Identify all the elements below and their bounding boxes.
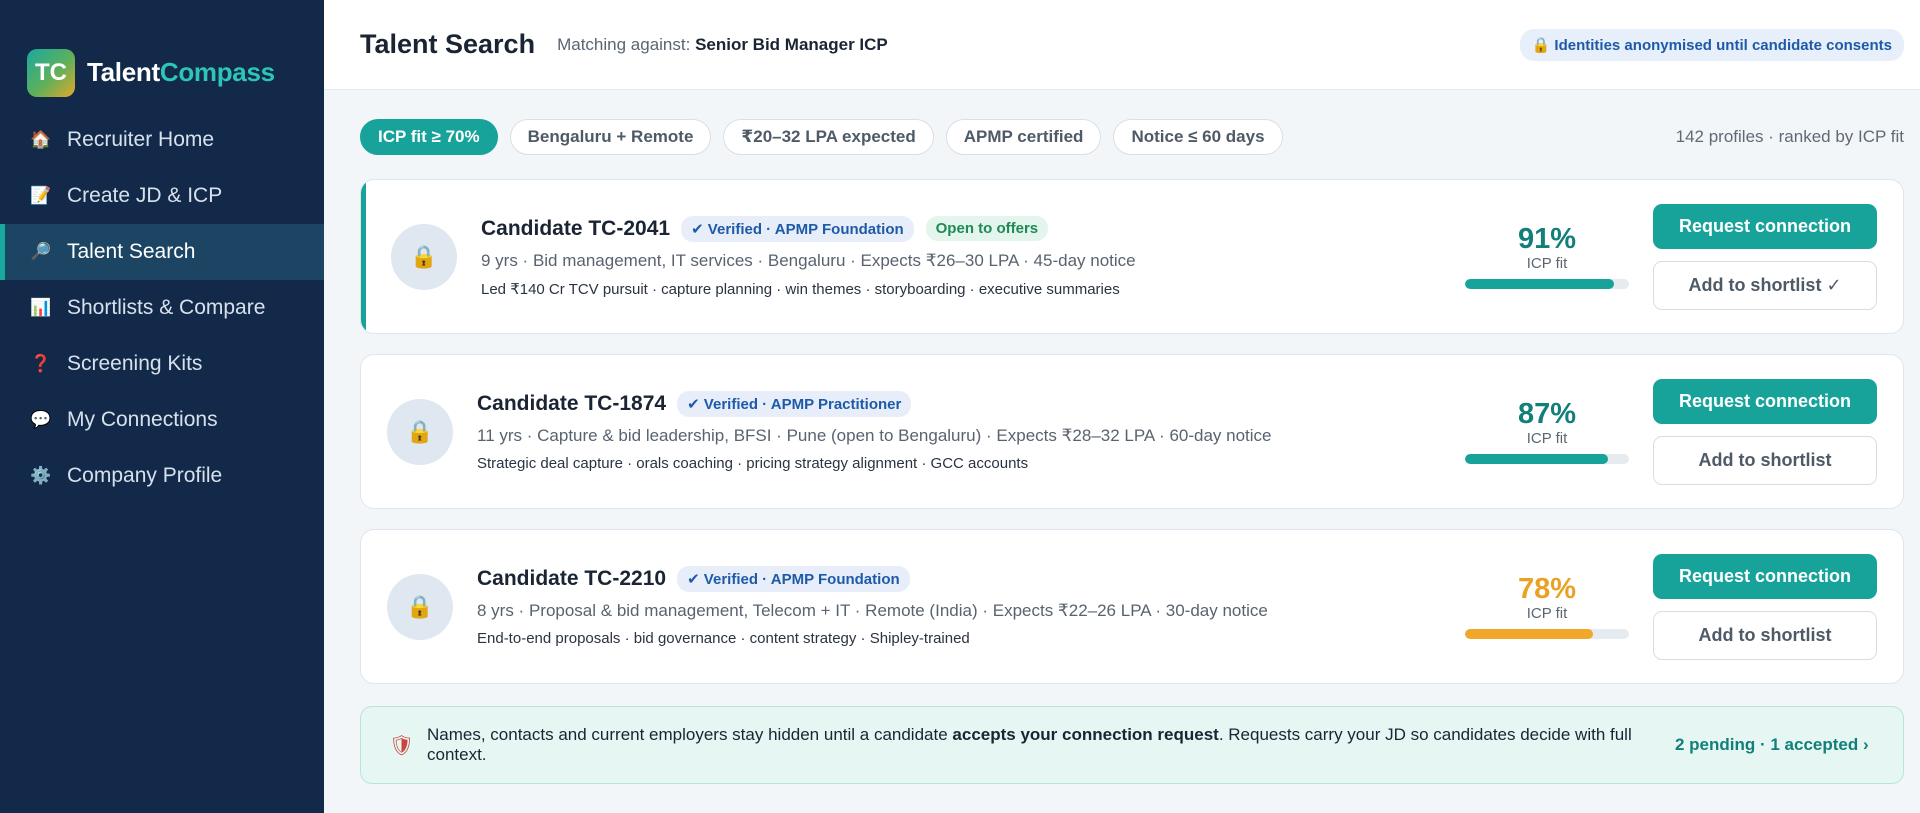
privacy-badge: 🔒 Identities anonymised until candidate …: [1519, 28, 1904, 61]
notice-text-before: Names, contacts and current employers st…: [427, 725, 953, 745]
sidebar-item-label: Screening Kits: [67, 352, 203, 375]
sidebar-item-recruiter-home[interactable]: 🏠 Recruiter Home: [0, 112, 324, 168]
filter-row: ICP fit ≥ 70% Bengaluru + Remote ₹20–32 …: [360, 119, 1904, 155]
sidebar-item-create-jd[interactable]: 📝 Create JD & ICP: [0, 168, 324, 224]
sidebar-item-shortlists[interactable]: 📊 Shortlists & Compare: [0, 280, 324, 336]
memo-icon: 📝: [30, 186, 52, 205]
candidate-name: Candidate TC-1874: [477, 392, 667, 415]
filter-chip-notice[interactable]: Notice ≤ 60 days: [1113, 119, 1283, 155]
result-count: 142 profiles · ranked by ICP fit: [1675, 127, 1904, 146]
lock-icon: 🔒: [387, 573, 453, 640]
brand-name: TalentCompass: [87, 57, 275, 88]
filter-chip-location[interactable]: Bengaluru + Remote: [509, 119, 712, 155]
brand-name-part2: Compass: [159, 57, 275, 87]
candidate-info: Candidate TC-1874 ✔ Verified · APMP Prac…: [477, 391, 1465, 472]
icp-fit-label: ICP fit: [1526, 254, 1568, 272]
request-connection-button[interactable]: Request connection: [1653, 553, 1877, 599]
candidate-actions: Request connection Add to shortlist: [1653, 378, 1877, 485]
question-icon: ❓: [30, 354, 52, 373]
connections-status-link[interactable]: 2 pending · 1 accepted ›: [1675, 735, 1875, 755]
request-connection-button[interactable]: Request connection: [1653, 203, 1877, 249]
add-to-shortlist-button[interactable]: Add to shortlist ✓: [1653, 260, 1877, 310]
candidate-name: Candidate TC-2041: [481, 216, 671, 240]
sidebar-nav: 🏠 Recruiter Home 📝 Create JD & ICP 🔎 Tal…: [0, 112, 324, 504]
icp-fit-bar: [1465, 628, 1629, 639]
sidebar-item-my-connections[interactable]: 💬 My Connections: [0, 392, 324, 448]
privacy-notice: 🛡 Names, contacts and current employers …: [360, 706, 1904, 784]
sidebar-item-label: Create JD & ICP: [67, 184, 223, 207]
matching-context: Matching against: Senior Bid Manager ICP: [557, 35, 888, 55]
icp-fit-percent: 91%: [1517, 222, 1577, 255]
candidate-meta: 11 yrs · Capture & bid leadership, BFSI …: [477, 426, 1272, 445]
lock-icon: 🔒: [391, 223, 457, 290]
sidebar-item-screening-kits[interactable]: ❓ Screening Kits: [0, 336, 324, 392]
sidebar-item-label: Talent Search: [67, 240, 196, 263]
sidebar-item-talent-search[interactable]: 🔎 Talent Search: [0, 224, 324, 280]
icp-fit-bar-fill: [1465, 453, 1608, 464]
candidate-actions: Request connection Add to shortlist: [1653, 553, 1877, 660]
icp-fit-label: ICP fit: [1526, 604, 1568, 622]
status-badge: Open to offers: [925, 216, 1049, 241]
candidate-card[interactable]: 🔒 Candidate TC-2041 ✔ Verified · APMP Fo…: [360, 179, 1904, 334]
request-connection-button[interactable]: Request connection: [1653, 378, 1877, 424]
main-area: Talent Search Matching against: Senior B…: [324, 0, 1920, 813]
candidate-card[interactable]: 🔒 Candidate TC-2210 ✔ Verified · APMP Fo…: [360, 529, 1904, 684]
icp-fit-bar: [1465, 278, 1629, 289]
icp-fit-score: 91% ICP fit: [1465, 222, 1629, 289]
candidate-skills: End-to-end proposals · bid governance · …: [477, 630, 970, 647]
sidebar: TC TalentCompass 🏠 Recruiter Home 📝 Crea…: [0, 0, 324, 813]
sidebar-item-label: Recruiter Home: [67, 128, 215, 151]
brand-name-part1: Talent: [87, 57, 160, 87]
brand-logo: TC: [27, 48, 75, 97]
icp-fit-percent: 78%: [1517, 572, 1577, 605]
sidebar-item-company-profile[interactable]: ⚙️ Company Profile: [0, 448, 324, 504]
icp-fit-percent: 87%: [1517, 397, 1577, 430]
magnifier-icon: 🔎: [30, 242, 52, 261]
sidebar-item-label: Company Profile: [67, 464, 223, 487]
brand[interactable]: TC TalentCompass: [0, 0, 324, 112]
icp-fit-score: 87% ICP fit: [1465, 397, 1629, 464]
candidate-info: Candidate TC-2210 ✔ Verified · APMP Foun…: [477, 566, 1465, 647]
add-to-shortlist-button[interactable]: Add to shortlist: [1653, 610, 1877, 660]
matching-prefix: Matching against:: [557, 34, 691, 54]
add-to-shortlist-button[interactable]: Add to shortlist: [1653, 435, 1877, 485]
candidate-skills: Strategic deal capture · orals coaching …: [477, 455, 1029, 472]
matching-icp[interactable]: Senior Bid Manager ICP: [695, 35, 888, 54]
filter-chip-salary[interactable]: ₹20–32 LPA expected: [723, 119, 934, 155]
icp-fit-score: 78% ICP fit: [1465, 572, 1629, 639]
bar-chart-icon: 📊: [30, 298, 52, 317]
privacy-notice-text: Names, contacts and current employers st…: [427, 725, 1657, 764]
house-icon: 🏠: [30, 130, 52, 149]
candidate-card[interactable]: 🔒 Candidate TC-1874 ✔ Verified · APMP Pr…: [360, 354, 1904, 509]
notice-text-bold: accepts your connection request: [952, 725, 1219, 745]
lock-icon: 🔒: [387, 398, 453, 465]
icp-fit-bar: [1465, 453, 1629, 464]
verified-badge: ✔ Verified · APMP Practitioner: [677, 391, 912, 417]
candidate-info: Candidate TC-2041 ✔ Verified · APMP Foun…: [481, 215, 1465, 298]
filter-chip-certification[interactable]: APMP certified: [945, 119, 1102, 155]
candidate-skills: Led ₹140 Cr TCV pursuit · capture planni…: [481, 280, 1120, 298]
filter-chip-icp-fit[interactable]: ICP fit ≥ 70%: [360, 119, 498, 155]
icp-fit-label: ICP fit: [1526, 429, 1568, 447]
verified-badge: ✔ Verified · APMP Foundation: [677, 566, 910, 592]
page-title: Talent Search: [360, 29, 536, 59]
speech-bubble-icon: 💬: [30, 410, 52, 429]
candidate-meta: 9 yrs · Bid management, IT services · Be…: [481, 250, 1136, 270]
search-results: ICP fit ≥ 70% Bengaluru + Remote ₹20–32 …: [324, 90, 1920, 813]
sidebar-item-label: My Connections: [67, 408, 218, 431]
topbar: Talent Search Matching against: Senior B…: [324, 0, 1920, 90]
candidate-meta: 8 yrs · Proposal & bid management, Telec…: [477, 601, 1268, 620]
icp-fit-bar-fill: [1465, 628, 1593, 639]
sidebar-item-label: Shortlists & Compare: [67, 296, 266, 319]
gear-icon: ⚙️: [30, 466, 52, 485]
verified-badge: ✔ Verified · APMP Foundation: [681, 215, 914, 242]
icp-fit-bar-fill: [1465, 278, 1615, 289]
shield-icon: 🛡: [389, 734, 415, 757]
candidate-name: Candidate TC-2210: [477, 567, 667, 590]
candidate-actions: Request connection Add to shortlist ✓: [1653, 203, 1877, 310]
